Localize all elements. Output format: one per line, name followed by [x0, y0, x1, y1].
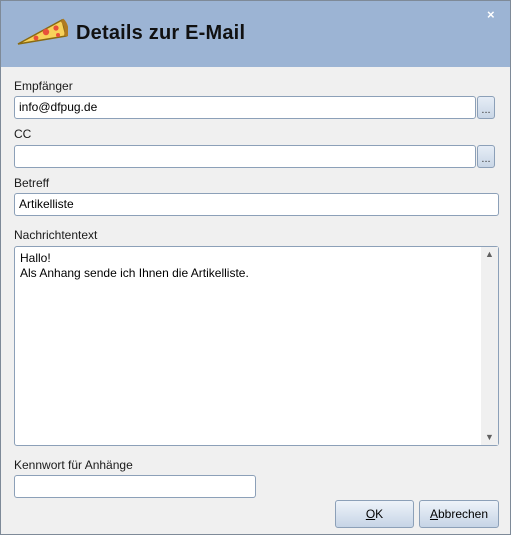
- pizza-slice-icon: [17, 18, 68, 45]
- password-input[interactable]: [14, 475, 256, 498]
- ok-access-key: O: [365, 507, 376, 521]
- email-details-dialog: Details zur E-Mail × Empfänger info@dfpu…: [0, 0, 511, 535]
- ok-button[interactable]: OK: [335, 500, 414, 528]
- body-line: Als Anhang sende ich Ihnen die Artikelli…: [20, 266, 249, 280]
- scroll-down-icon[interactable]: ▼: [483, 432, 496, 442]
- cancel-label-rest: bbrechen: [437, 507, 489, 521]
- recipient-picker-button[interactable]: ...: [477, 96, 495, 119]
- cancel-button[interactable]: Abbrechen: [419, 500, 499, 528]
- close-icon[interactable]: ×: [487, 7, 495, 22]
- body-textarea[interactable]: Hallo! Als Anhang sende ich Ihnen die Ar…: [14, 246, 499, 446]
- cc-label: CC: [14, 127, 32, 141]
- subject-input[interactable]: Artikelliste: [14, 193, 499, 216]
- cc-picker-button[interactable]: ...: [477, 145, 495, 168]
- recipient-input[interactable]: info@dfpug.de: [14, 96, 476, 119]
- scroll-up-icon[interactable]: ▲: [483, 249, 496, 259]
- password-label: Kennwort für Anhänge: [14, 458, 133, 472]
- body-label: Nachrichtentext: [14, 228, 98, 242]
- body-scrollbar[interactable]: ▲ ▼: [481, 247, 498, 445]
- recipient-label: Empfänger: [14, 79, 73, 93]
- dialog-title: Details zur E-Mail: [76, 22, 246, 44]
- subject-label: Betreff: [14, 176, 50, 190]
- body-line: Hallo!: [20, 251, 51, 265]
- dialog-header: Details zur E-Mail ×: [1, 1, 510, 67]
- ok-label-rest: K: [375, 507, 384, 521]
- cc-input[interactable]: [14, 145, 476, 168]
- cancel-access-key: A: [429, 507, 438, 521]
